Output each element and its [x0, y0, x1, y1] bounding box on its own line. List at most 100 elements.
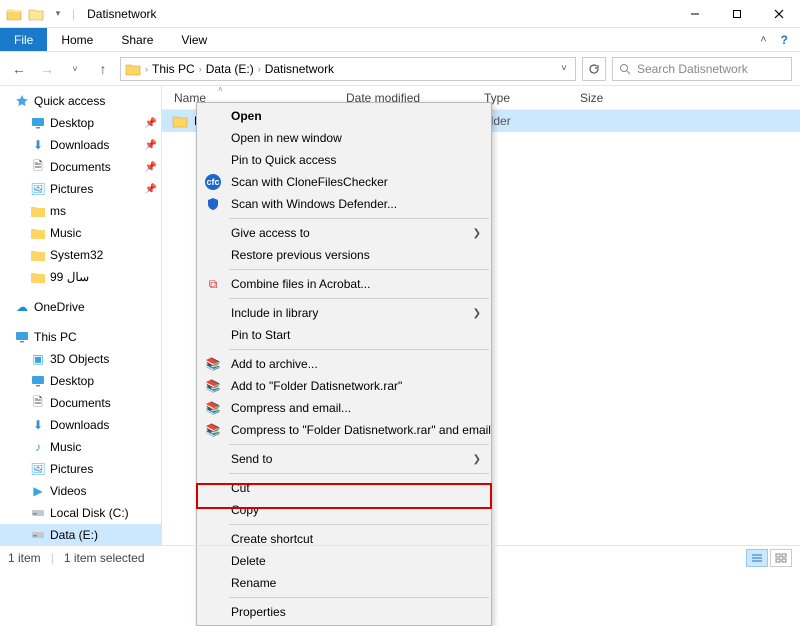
- cfc-icon: cfc: [205, 174, 221, 190]
- ribbon: File Home Share View ˄ ?: [0, 28, 800, 52]
- tree-sal99[interactable]: سال 99: [0, 266, 161, 288]
- view-thumbnails-button[interactable]: [770, 549, 792, 567]
- ctx-include-library[interactable]: Include in library❯: [197, 302, 491, 324]
- pin-icon: 📌: [145, 140, 161, 151]
- desktop-icon: [30, 373, 46, 389]
- ctx-copy[interactable]: Copy: [197, 499, 491, 521]
- tree-localc[interactable]: Local Disk (C:): [0, 502, 161, 524]
- tab-home[interactable]: Home: [47, 28, 107, 51]
- tree-desktop[interactable]: Desktop📌: [0, 112, 161, 134]
- qat-dropdown-icon[interactable]: ▾: [48, 4, 68, 24]
- ctx-rename[interactable]: Rename: [197, 572, 491, 594]
- tree-ms[interactable]: ms: [0, 200, 161, 222]
- ribbon-collapse-icon[interactable]: ˄: [760, 34, 766, 46]
- separator: [229, 597, 489, 598]
- tree-system32[interactable]: System32: [0, 244, 161, 266]
- ctx-restore[interactable]: Restore previous versions: [197, 244, 491, 266]
- pc-icon: [14, 329, 30, 345]
- ctx-pin-quick-access[interactable]: Pin to Quick access: [197, 149, 491, 171]
- view-toggle: [746, 549, 792, 567]
- ctx-give-access[interactable]: Give access to❯: [197, 222, 491, 244]
- pin-icon: 📌: [145, 162, 161, 173]
- ctx-clonefileschecker[interactable]: cfcScan with CloneFilesChecker: [197, 171, 491, 193]
- ribbon-right: ˄ ?: [760, 28, 800, 51]
- chevron-right-icon[interactable]: ›: [256, 64, 263, 74]
- separator: [229, 218, 489, 219]
- help-icon[interactable]: ?: [781, 33, 788, 47]
- winrar-icon: 📚: [205, 356, 221, 372]
- address-dropdown-icon[interactable]: ˅: [557, 63, 571, 74]
- ctx-compress-rar-email[interactable]: 📚Compress to "Folder Datisnetwork.rar" a…: [197, 419, 491, 441]
- tree-documents2[interactable]: 🗎Documents: [0, 392, 161, 414]
- pin-icon: 📌: [145, 184, 161, 195]
- back-button[interactable]: ←: [8, 58, 30, 80]
- ctx-acrobat[interactable]: ⧉Combine files in Acrobat...: [197, 273, 491, 295]
- address-bar[interactable]: › This PC › Data (E:) › Datisnetwork ˅: [120, 57, 576, 81]
- ctx-pin-start[interactable]: Pin to Start: [197, 324, 491, 346]
- breadcrumb-drive[interactable]: Data (E:): [206, 62, 254, 76]
- chevron-right-icon: ❯: [473, 454, 491, 465]
- folder-icon: [30, 269, 46, 285]
- title-bar: ▾ | Datisnetwork: [0, 0, 800, 28]
- ctx-add-rar[interactable]: 📚Add to "Folder Datisnetwork.rar": [197, 375, 491, 397]
- tab-view[interactable]: View: [167, 28, 221, 51]
- col-size[interactable]: Size: [568, 91, 628, 105]
- close-button[interactable]: [758, 0, 800, 28]
- tree-music[interactable]: Music: [0, 222, 161, 244]
- tree-downloads2[interactable]: ⬇Downloads: [0, 414, 161, 436]
- status-count: 1 item: [8, 551, 41, 565]
- separator: [229, 349, 489, 350]
- ctx-open-new-window[interactable]: Open in new window: [197, 127, 491, 149]
- tree-onedrive[interactable]: ☁OneDrive: [0, 296, 161, 318]
- chevron-right-icon[interactable]: ›: [143, 64, 150, 74]
- navigation-bar: ← → ˅ ↑ › This PC › Data (E:) › Datisnet…: [0, 52, 800, 86]
- folder-icon: [30, 203, 46, 219]
- ctx-add-archive[interactable]: 📚Add to archive...: [197, 353, 491, 375]
- tree-thispc[interactable]: This PC: [0, 326, 161, 348]
- downloads-icon: ⬇: [30, 417, 46, 433]
- minimize-button[interactable]: [674, 0, 716, 28]
- search-placeholder: Search Datisnetwork: [637, 62, 748, 76]
- tree-videos[interactable]: ▶Videos: [0, 480, 161, 502]
- search-box[interactable]: Search Datisnetwork: [612, 57, 792, 81]
- ctx-compress-email[interactable]: 📚Compress and email...: [197, 397, 491, 419]
- 3d-icon: ▣: [30, 351, 46, 367]
- downloads-icon: ⬇: [30, 137, 46, 153]
- ctx-open[interactable]: Open: [197, 105, 491, 127]
- separator: [229, 298, 489, 299]
- forward-button[interactable]: →: [36, 58, 58, 80]
- status-selection: 1 item selected: [64, 551, 145, 565]
- folder-icon: [172, 113, 188, 129]
- history-dropdown[interactable]: ˅: [64, 58, 86, 80]
- pictures-icon: 🖼: [30, 181, 46, 197]
- tree-documents[interactable]: 🗎Documents📌: [0, 156, 161, 178]
- divider: |: [70, 7, 77, 21]
- breadcrumb-folder[interactable]: Datisnetwork: [265, 62, 334, 76]
- tree-pictures2[interactable]: 🖼Pictures: [0, 458, 161, 480]
- chevron-right-icon[interactable]: ›: [197, 64, 204, 74]
- maximize-button[interactable]: [716, 0, 758, 28]
- tree-3dobjects[interactable]: ▣3D Objects: [0, 348, 161, 370]
- ctx-properties[interactable]: Properties: [197, 601, 491, 623]
- tree-quick-access[interactable]: Quick access: [0, 90, 161, 112]
- separator: [229, 473, 489, 474]
- ctx-defender[interactable]: Scan with Windows Defender...: [197, 193, 491, 215]
- tree-pictures[interactable]: 🖼Pictures📌: [0, 178, 161, 200]
- folder-icon: [30, 225, 46, 241]
- documents-icon: 🗎: [30, 159, 46, 175]
- tree-downloads[interactable]: ⬇Downloads📌: [0, 134, 161, 156]
- separator: [229, 269, 489, 270]
- ctx-cut[interactable]: Cut: [197, 477, 491, 499]
- tree-music2[interactable]: ♪Music: [0, 436, 161, 458]
- breadcrumb-thispc[interactable]: This PC: [152, 62, 195, 76]
- tab-share[interactable]: Share: [107, 28, 167, 51]
- up-button[interactable]: ↑: [92, 58, 114, 80]
- tab-file[interactable]: File: [0, 28, 47, 51]
- navigation-pane: Quick access Desktop📌 ⬇Downloads📌 🗎Docum…: [0, 86, 162, 545]
- view-details-button[interactable]: [746, 549, 768, 567]
- tree-desktop2[interactable]: Desktop: [0, 370, 161, 392]
- desktop-icon: [30, 115, 46, 131]
- refresh-button[interactable]: [582, 57, 606, 81]
- tree-datae[interactable]: Data (E:): [0, 524, 161, 545]
- ctx-send-to[interactable]: Send to❯: [197, 448, 491, 470]
